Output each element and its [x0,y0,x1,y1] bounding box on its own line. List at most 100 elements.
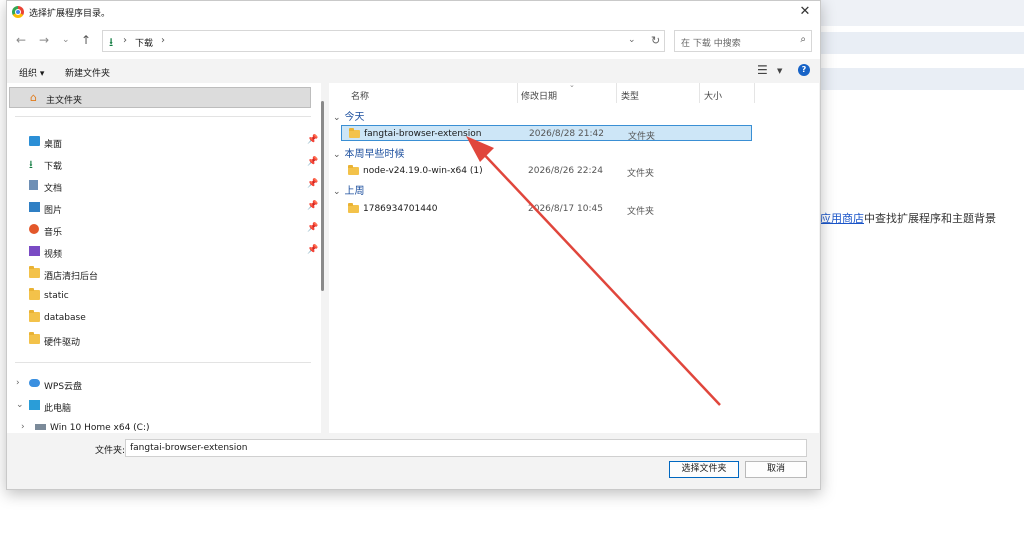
picture-icon [29,202,40,212]
sidebar-item-label: Win 10 Home x64 (C:) [50,423,150,433]
folder-icon [29,288,40,300]
search-box[interactable]: 在 下载 中搜索 ⌕ [674,30,812,52]
dialog-title: 选择扩展程序目录。 [29,9,111,19]
sidebar-item-label: 桌面 [44,140,63,150]
recent-locations-icon[interactable]: ⌄ [62,33,70,47]
file-row[interactable]: fangtai-browser-extension 2026/8/28 21:4… [341,125,752,142]
column-separator[interactable] [616,83,617,103]
sidebar-item-pictures[interactable]: 图片 📌 [7,199,322,217]
sidebar-item-label: WPS云盘 [44,382,83,392]
sidebar-item-home[interactable]: ⌂ 主文件夹 [9,87,311,108]
group-label: 今天 [344,112,365,123]
sidebar-item-videos[interactable]: 视频 📌 [7,243,322,261]
store-link[interactable]: 应用商店 [820,212,864,225]
file-list: 名称 ⌄ 修改日期 类型 大小 ⌄ 今天 fangtai-browser-exte… [329,81,819,433]
chrome-icon [12,6,24,18]
file-date: 2026/8/28 21:42 [529,129,604,139]
sidebar-item-folder[interactable]: 酒店清扫后台 [7,265,322,283]
command-bar: 组织 ▾ 新建文件夹 ☰ ▼ ? [7,59,820,83]
search-icon: ⌕ [800,34,806,45]
new-folder-button[interactable]: 新建文件夹 [65,66,110,79]
document-icon [29,180,38,190]
navigation-pane: ⌂ 主文件夹 桌面 📌 ⭳ 下载 📌 文档 📌 图片 📌 音乐 📌 视频 📌 酒… [7,83,322,433]
refresh-icon[interactable]: ↻ [651,34,660,47]
folder-icon [29,310,40,322]
address-separator[interactable]: › [123,35,127,46]
column-header-name[interactable]: 名称 [351,89,369,102]
sidebar-item-downloads[interactable]: ⭳ 下载 📌 [7,155,322,173]
address-bar[interactable]: ⭳ › 下载 › ⌄ ↻ [102,30,665,52]
organize-button[interactable]: 组织 ▾ [19,66,44,79]
column-header-date[interactable]: 修改日期 [521,89,557,102]
store-hint: 应用商店中查找扩展程序和主题背景 [820,210,996,226]
pin-icon[interactable]: 📌 [307,157,318,167]
sidebar-item-label: 视频 [44,250,63,260]
sidebar-item-label: 下载 [44,162,63,172]
folder-icon [349,128,360,138]
computer-icon [29,400,40,410]
file-row[interactable]: node-v24.19.0-win-x64 (1) 2026/8/26 22:2… [341,163,752,179]
cancel-button[interactable]: 取消 [745,461,807,478]
column-separator[interactable] [517,83,518,103]
sidebar-item-folder[interactable]: 硬件驱动 [7,331,322,349]
up-arrow-icon[interactable]: ↑ [81,33,91,47]
home-icon: ⌂ [30,91,37,104]
sidebar-item-label: 主文件夹 [46,96,83,106]
chevron-down-icon: ⌄ [333,187,341,197]
address-dropdown-icon[interactable]: ⌄ [628,35,636,45]
sidebar-item-label: 图片 [44,206,63,216]
drive-icon [35,424,46,430]
chevron-down-icon[interactable]: ⌄ [16,400,24,410]
music-icon [29,224,39,234]
view-options-icon[interactable]: ☰ [757,63,768,77]
file-row[interactable]: 1786934701440 2026/8/17 10:45 文件夹 [341,201,752,217]
folder-picker-dialog: 选择扩展程序目录。 ✕ ← → ⌄ ↑ ⭳ › 下载 › ⌄ ↻ 在 下载 中搜… [6,0,821,490]
sidebar-item-label: database [44,313,86,323]
file-name: 1786934701440 [363,204,438,214]
pin-icon[interactable]: 📌 [307,223,318,233]
sidebar-item-wps-cloud[interactable]: › WPS云盘 [7,375,322,393]
chevron-right-icon[interactable]: › [16,378,20,388]
pin-icon[interactable]: 📌 [307,201,318,211]
sidebar-item-this-pc[interactable]: ⌄ 此电脑 [7,397,322,415]
folder-name-input[interactable] [125,439,807,457]
close-button[interactable]: ✕ [796,3,814,21]
group-header-earlier-this-week[interactable]: ⌄ 本周早些时候 [333,145,405,160]
select-folder-button[interactable]: 选择文件夹 [669,461,739,478]
sidebar-item-label: static [44,291,69,301]
chevron-right-icon[interactable]: › [21,422,25,432]
sidebar-item-music[interactable]: 音乐 📌 [7,221,322,239]
forward-arrow-icon[interactable]: → [39,33,49,47]
help-icon[interactable]: ? [798,64,810,76]
group-label: 上周 [344,186,365,197]
column-header-type[interactable]: 类型 [621,89,639,102]
cloud-icon [29,379,40,387]
column-header-size[interactable]: 大小 [704,89,722,102]
sidebar-item-documents[interactable]: 文档 📌 [7,177,322,195]
sidebar-item-label: 文档 [44,184,63,194]
chevron-down-icon: ⌄ [333,150,341,160]
pin-icon[interactable]: 📌 [307,179,318,189]
sidebar-item-folder[interactable]: database [7,309,322,327]
address-segment-downloads[interactable]: 下载 [135,36,153,49]
download-icon: ⭳ [109,35,114,49]
pin-icon[interactable]: 📌 [307,245,318,255]
sidebar-scrollbar-thumb[interactable] [321,101,324,291]
address-separator-end[interactable]: › [161,35,165,46]
view-dropdown-icon[interactable]: ▼ [777,67,782,75]
file-type: 文件夹 [627,207,655,217]
sidebar-item-desktop[interactable]: 桌面 📌 [7,133,322,151]
pin-icon[interactable]: 📌 [307,135,318,145]
file-date: 2026/8/17 10:45 [528,204,603,214]
column-separator[interactable] [754,83,755,103]
browser-toolbar [820,32,1024,54]
group-header-today[interactable]: ⌄ 今天 [333,108,365,123]
group-header-last-week[interactable]: ⌄ 上周 [333,182,365,197]
desktop-icon [29,136,40,146]
navigation-bar: ← → ⌄ ↑ ⭳ › 下载 › ⌄ ↻ 在 下载 中搜索 ⌕ [7,23,820,59]
divider [15,362,311,363]
folder-icon [348,203,359,213]
sidebar-item-folder[interactable]: static [7,287,322,305]
back-arrow-icon[interactable]: ← [16,33,26,47]
column-separator[interactable] [699,83,700,103]
